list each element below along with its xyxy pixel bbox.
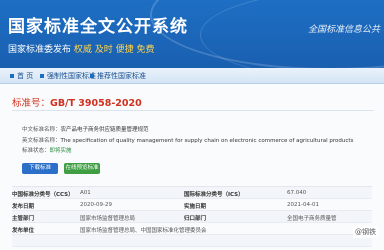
table-value: 67.040 bbox=[287, 190, 307, 196]
cn-title-label: 中文标准名称： bbox=[22, 127, 61, 133]
nav-recommended-standards[interactable]: 推荐性国家标准 bbox=[90, 70, 146, 82]
status-row: 标准状态：即将实施 bbox=[22, 146, 72, 154]
table-value: 国家市场监督管理总局 bbox=[80, 216, 136, 222]
nav-mandatory-standards[interactable]: 强制性国家标准 bbox=[40, 70, 96, 82]
nav-home[interactable]: 首 页 bbox=[10, 70, 33, 82]
slogan-issuer: 国家标准委发布 bbox=[8, 45, 72, 55]
bullet-icon bbox=[90, 74, 94, 78]
bullet-icon bbox=[10, 74, 14, 78]
en-title-label: 英文标准名称： bbox=[22, 138, 61, 144]
table-key: 中国标准分类号（CCS） bbox=[12, 192, 74, 198]
en-title-value: The specification of quality management … bbox=[60, 138, 354, 144]
table-row: 主管部门 国家市场监督管理总局 归口部门 全国电子商务质量管 bbox=[12, 211, 372, 223]
en-title-row: 英文标准名称：The specification of quality mana… bbox=[22, 136, 353, 144]
brand-right-text: 全国标准信息公共 bbox=[307, 25, 380, 35]
table-value: 全国电子商务质量管 bbox=[287, 216, 337, 222]
table-value: A01 bbox=[80, 190, 91, 196]
cn-title-row: 中文标准名称：农产品电子商务供应链质量管理规范 bbox=[22, 125, 149, 133]
bullet-icon bbox=[40, 74, 44, 78]
site-slogan: 国家标准委发布 权威 及时 便捷 免费 bbox=[8, 42, 154, 55]
table-row: 中国标准分类号（CCS） A01 国际标准分类号（ICS） 67.040 bbox=[12, 187, 372, 199]
slogan-keywords: 权威 及时 便捷 免费 bbox=[73, 45, 155, 55]
table-key: 归口部门 bbox=[184, 216, 207, 222]
divider bbox=[12, 110, 374, 111]
standard-number-label: 标准号： bbox=[12, 98, 51, 109]
info-table: 中国标准分类号（CCS） A01 国际标准分类号（ICS） 67.040 发布日… bbox=[12, 186, 372, 247]
table-row: 发布单位 国家市场监督管理总局、中国国家标准化管理委员会 bbox=[12, 223, 372, 235]
table-value: 2020-09-29 bbox=[80, 202, 112, 208]
table-value: 国家市场监督管理总局、中国国家标准化管理委员会 bbox=[80, 228, 207, 234]
table-key: 发布日期 bbox=[12, 204, 35, 210]
preview-button[interactable]: 在线预览标准 bbox=[64, 163, 100, 174]
site-title: 国家标准全文公开系统 bbox=[8, 17, 188, 37]
main-nav: 首 页 强制性国家标准 推荐性国家标准 bbox=[0, 68, 384, 84]
standard-number-value: GB/T 39058-2020 bbox=[50, 98, 142, 109]
table-key: 国际标准分类号（ICS） bbox=[184, 192, 244, 198]
table-key: 主管部门 bbox=[12, 216, 35, 222]
status-label: 标准状态： bbox=[22, 148, 50, 154]
table-key: 发布单位 bbox=[12, 228, 35, 234]
table-row bbox=[12, 235, 372, 247]
table-key: 实施日期 bbox=[184, 204, 207, 210]
download-button[interactable]: 下载标准 bbox=[22, 163, 58, 174]
status-badge: 即将实施 bbox=[49, 148, 72, 154]
watermark: @钢铁 bbox=[353, 226, 378, 238]
cn-title-value: 农产品电子商务供应链质量管理规范 bbox=[60, 127, 149, 133]
table-row: 发布日期 2020-09-29 实施日期 2021-04-01 bbox=[12, 199, 372, 211]
site-header: 国家标准全文公开系统 国家标准委发布 权威 及时 便捷 免费 全国标准信息公共 bbox=[0, 0, 384, 68]
table-value: 2021-04-01 bbox=[287, 202, 319, 208]
standard-number: 标准号：GB/T 39058-2020 bbox=[12, 95, 142, 109]
